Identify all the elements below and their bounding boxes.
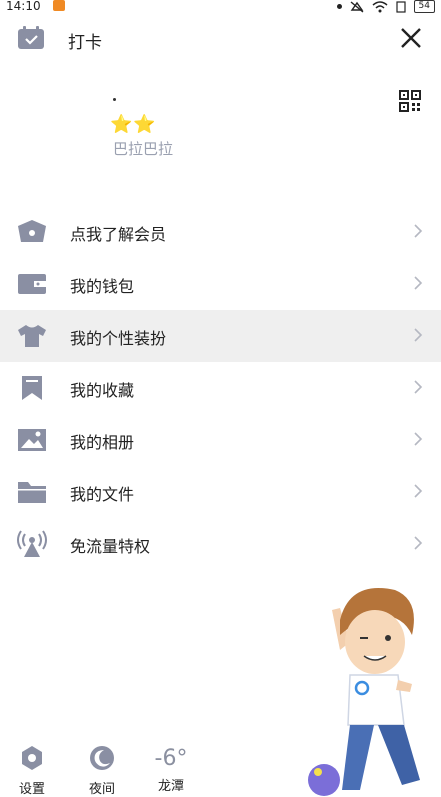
photo-icon [18, 429, 46, 451]
gear-icon [22, 746, 42, 770]
chevron-right-icon [414, 224, 423, 238]
weather-widget[interactable]: -6° 龙潭 [148, 740, 194, 794]
city-label: 龙潭 [157, 779, 184, 794]
profile-section[interactable]: ⭐⭐ 巴拉巴拉 [0, 88, 441, 188]
menu-item-files[interactable]: 我的文件 [0, 466, 441, 518]
signal-tower-icon [17, 530, 47, 557]
menu-item-wallet[interactable]: 我的钱包 [0, 258, 441, 310]
close-icon[interactable] [399, 26, 423, 50]
night-mode-button[interactable]: 夜间 [82, 740, 122, 797]
chevron-right-icon [414, 380, 423, 394]
chevron-right-icon [414, 328, 423, 342]
menu-item-label: 我的个性装扮 [70, 329, 167, 348]
folder-icon [18, 482, 46, 503]
battery-level: 54 [413, 0, 435, 13]
menu-item-label: 点我了解会员 [70, 225, 167, 244]
qr-code-icon[interactable] [399, 90, 421, 112]
menu-item-label: 我的钱包 [70, 277, 135, 296]
side-menu: 点我了解会员 我的钱包 我的个性装扮 我的收藏 我的相册 我的文件 免流量特权 [0, 206, 441, 570]
status-bar: 14:10 54 [0, 0, 441, 14]
notification-app-icon [53, 0, 65, 11]
menu-item-label: 我的文件 [70, 485, 135, 504]
username-mark [113, 98, 116, 101]
level-stars: ⭐⭐ [110, 114, 157, 135]
bookmark-icon [22, 376, 42, 400]
tshirt-icon [18, 325, 46, 347]
notification-dot-icon [336, 4, 342, 9]
nickname: 巴拉巴拉 [113, 140, 174, 158]
chevron-right-icon [414, 484, 423, 498]
wallet-icon [18, 274, 46, 294]
menu-item-album[interactable]: 我的相册 [0, 414, 441, 466]
status-icons: 54 [336, 0, 435, 13]
menu-item-label: 我的收藏 [70, 381, 135, 400]
menu-item-vip[interactable]: 点我了解会员 [0, 206, 441, 258]
settings-label: 设置 [18, 782, 45, 797]
chevron-right-icon [414, 536, 423, 550]
status-time: 14:10 [6, 0, 41, 13]
night-mode-label: 夜间 [88, 782, 115, 797]
menu-item-label: 我的相册 [70, 433, 135, 452]
menu-item-theme[interactable]: 我的个性装扮 [0, 310, 441, 362]
mute-icon [350, 0, 363, 13]
menu-item-favorites[interactable]: 我的收藏 [0, 362, 441, 414]
menu-item-free-data[interactable]: 免流量特权 [0, 518, 441, 570]
chevron-right-icon [414, 432, 423, 446]
chevron-right-icon [414, 276, 423, 290]
top-bar: 打卡 [0, 20, 441, 60]
settings-button[interactable]: 设置 [12, 740, 52, 797]
sim-icon [395, 0, 406, 13]
wifi-icon [372, 0, 388, 12]
bottom-bar: 设置 夜间 -6° 龙潭 [0, 740, 441, 797]
checkin-label[interactable]: 打卡 [68, 28, 102, 53]
moon-icon [90, 746, 114, 770]
temperature: -6° [154, 746, 188, 771]
calendar-checkin-icon[interactable] [16, 25, 46, 51]
crown-basket-icon [18, 220, 46, 242]
menu-item-label: 免流量特权 [70, 537, 151, 556]
